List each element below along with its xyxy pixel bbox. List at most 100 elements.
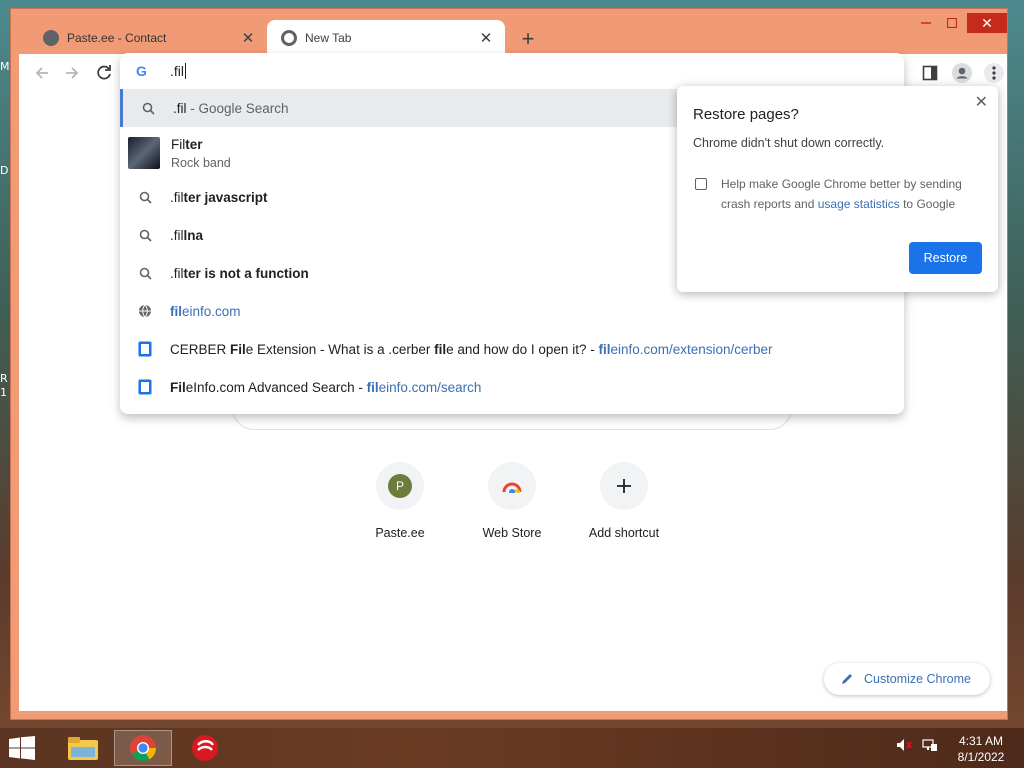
- address-bar[interactable]: G .fil: [120, 53, 904, 88]
- desktop-icon-label: M: [0, 60, 10, 73]
- arrow-left-icon: [35, 67, 48, 79]
- suggestion-completion: lna: [183, 227, 204, 243]
- side-panel-icon: [922, 65, 938, 81]
- chrome-menu-button[interactable]: [981, 60, 1007, 86]
- suggestion-query: .fil: [173, 100, 187, 116]
- band-thumbnail: [128, 137, 160, 169]
- clock-time: 4:31 AM: [958, 734, 1004, 748]
- file-explorer-icon: [68, 737, 98, 760]
- shortcut-label: Web Store: [482, 526, 542, 540]
- search-icon: [120, 191, 170, 204]
- plus-icon: [617, 479, 631, 493]
- google-g-icon: G: [136, 62, 147, 79]
- tab-paste-ee[interactable]: Paste.ee - Contact ✕: [29, 20, 267, 55]
- globe-icon: [120, 304, 170, 318]
- suggestion-page-advanced-search[interactable]: FileInfo.com Advanced Search - fileinfo.…: [120, 368, 904, 406]
- suggestion-match: Fil: [170, 379, 186, 395]
- desktop-icon-label: D: [0, 164, 9, 177]
- crash-report-label: Help make Google Chrome better by sendin…: [721, 174, 981, 214]
- tab-title: New Tab: [305, 30, 352, 45]
- suggestion-url-match: fil: [366, 379, 379, 395]
- windows-logo-icon: [9, 736, 35, 760]
- help-text: to Google: [899, 197, 956, 211]
- profile-button[interactable]: [949, 60, 975, 86]
- shortcut-web-store[interactable]: Web Store: [462, 462, 562, 540]
- arrow-right-icon: [66, 67, 79, 79]
- desktop-icon-label: R: [0, 372, 8, 385]
- suggestion-completion: ter: [185, 136, 203, 152]
- start-button[interactable]: [8, 736, 40, 760]
- suggestion-query: .fil: [170, 265, 184, 281]
- volume-muted-icon[interactable]: [896, 738, 912, 755]
- suggestion-match: Fil: [230, 341, 246, 357]
- dialog-message: Chrome didn't shut down correctly.: [693, 136, 885, 150]
- suggestion-subtitle: Rock band: [171, 155, 231, 170]
- back-button[interactable]: [29, 60, 55, 86]
- suggestion-url-rest: einfo.com: [182, 303, 241, 319]
- document-icon: [120, 379, 170, 395]
- network-icon[interactable]: [922, 738, 938, 755]
- taskbar-trend-micro[interactable]: [176, 730, 234, 766]
- clock-date: 8/1/2022: [957, 750, 1005, 764]
- more-vert-icon: [984, 63, 1004, 83]
- chrome-icon: [130, 735, 157, 762]
- system-clock[interactable]: 4:31 AM 8/1/2022: [948, 733, 1014, 765]
- shortcut-tile: [600, 462, 648, 510]
- suggestion-text: e Extension - What is a .cerber: [245, 341, 435, 357]
- customize-label: Customize Chrome: [864, 672, 971, 686]
- crash-report-checkbox[interactable]: [695, 178, 707, 190]
- suggestion-page-cerber[interactable]: CERBER File Extension - What is a .cerbe…: [120, 330, 904, 368]
- restore-pages-dialog: Restore pages? ✕ Chrome didn't shut down…: [677, 86, 998, 292]
- maximize-button[interactable]: [937, 13, 967, 33]
- profile-icon: [952, 63, 972, 83]
- trend-micro-icon: [192, 735, 218, 761]
- new-tab-button[interactable]: +: [514, 25, 542, 53]
- restore-button[interactable]: Restore: [909, 242, 982, 274]
- chrome-icon: [281, 29, 297, 46]
- close-tab-icon[interactable]: ✕: [477, 29, 495, 47]
- document-icon: [120, 341, 170, 357]
- suggestion-query: .fil: [170, 227, 184, 243]
- shortcut-paste-ee[interactable]: P Paste.ee: [350, 462, 450, 540]
- search-icon: [120, 229, 170, 242]
- shortcut-tile: P: [376, 462, 424, 510]
- tab-new-tab[interactable]: New Tab ✕: [267, 20, 505, 55]
- close-icon[interactable]: ✕: [975, 92, 988, 112]
- suggestion-suffix: - Google Search: [186, 100, 289, 116]
- desktop-icon-label: 1: [0, 386, 7, 399]
- suggestion-url-rest: einfo.com/extension/cerber: [610, 341, 773, 357]
- suggestion-match: fil: [434, 341, 447, 357]
- search-icon: [123, 102, 173, 115]
- close-tab-icon[interactable]: ✕: [239, 29, 257, 47]
- avatar: P: [388, 474, 412, 498]
- search-icon: [120, 267, 170, 280]
- address-bar-value: .fil: [170, 62, 184, 79]
- shortcut-add[interactable]: Add shortcut: [574, 462, 674, 540]
- text-cursor: [185, 62, 186, 79]
- suggestion-match: Fil: [171, 136, 186, 152]
- usage-statistics-link[interactable]: usage statistics: [818, 197, 900, 211]
- taskbar: 4:31 AM 8/1/2022: [0, 728, 1024, 768]
- forward-button[interactable]: [59, 60, 85, 86]
- globe-icon: [43, 29, 59, 46]
- taskbar-chrome[interactable]: [114, 730, 172, 766]
- suggestion-completion: ter javascript: [183, 189, 268, 205]
- tab-title: Paste.ee - Contact: [67, 30, 167, 45]
- reload-button[interactable]: [91, 60, 117, 86]
- taskbar-file-explorer[interactable]: [54, 730, 112, 766]
- customize-chrome-button[interactable]: Customize Chrome: [824, 663, 990, 695]
- suggestion-text: e and how do I open it? -: [446, 341, 599, 357]
- suggestion-url-match: fil: [170, 303, 182, 319]
- close-window-button[interactable]: ✕: [967, 13, 1007, 33]
- webstore-icon: [502, 482, 522, 493]
- suggestion-url-fileinfo[interactable]: fileinfo.com: [120, 292, 904, 330]
- pencil-icon: [842, 674, 852, 684]
- reload-icon: [97, 65, 111, 80]
- tab-strip: Paste.ee - Contact ✕ New Tab ✕ + ✕: [11, 9, 1007, 55]
- shortcut-label: Add shortcut: [588, 526, 660, 540]
- suggestion-url-rest: einfo.com/search: [378, 379, 482, 395]
- side-panel-button[interactable]: [917, 60, 943, 86]
- suggestion-query: .fil: [170, 189, 184, 205]
- suggestion-url-match: fil: [598, 341, 611, 357]
- suggestion-completion: ter is not a function: [183, 265, 309, 281]
